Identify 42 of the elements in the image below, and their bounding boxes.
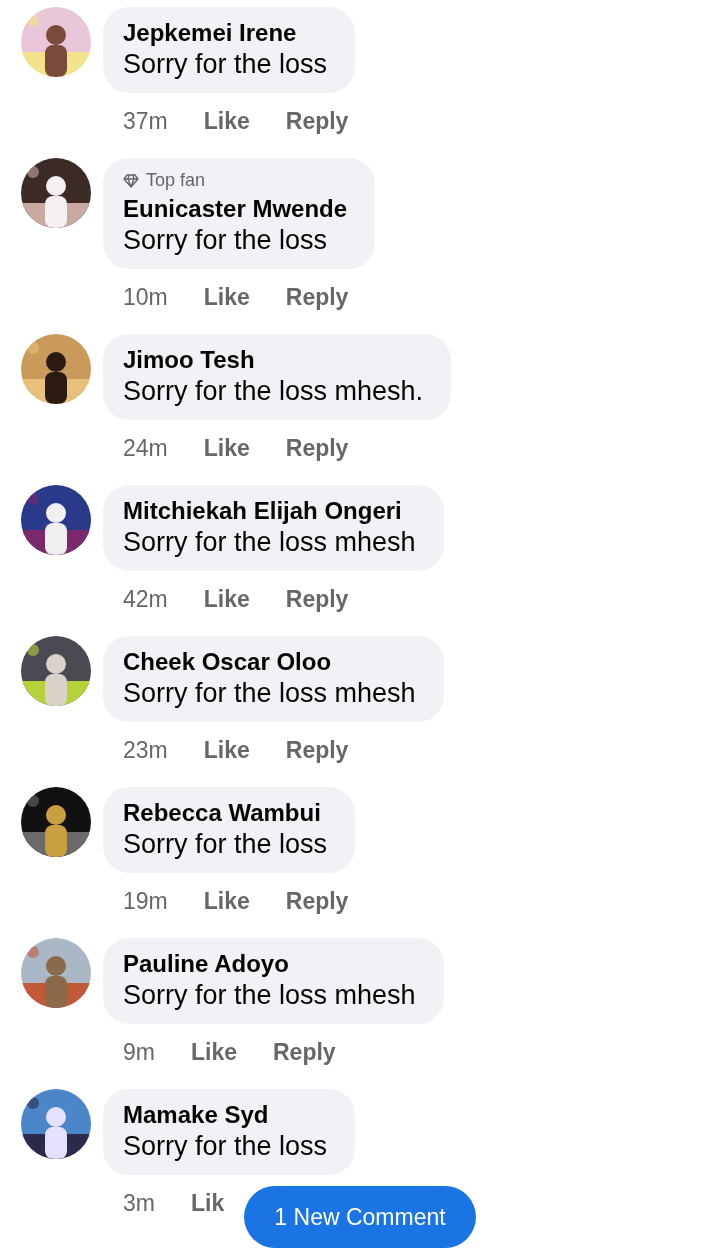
comment-text: Sorry for the loss — [123, 224, 329, 257]
comment-time: 3m — [123, 1189, 155, 1217]
like-link[interactable]: Like — [203, 434, 250, 462]
commenter-name[interactable]: Mamake Syd — [123, 1101, 328, 1129]
comment-time: 23m — [123, 736, 168, 764]
reply-link[interactable]: Reply — [285, 736, 349, 764]
comment-text: Sorry for the loss mhesh — [123, 979, 416, 1012]
reply-link[interactable]: Reply — [285, 283, 349, 311]
reply-link[interactable]: Reply — [285, 585, 349, 613]
like-link[interactable]: Like — [190, 1038, 237, 1066]
top-fan-label: Top fan — [146, 170, 206, 191]
reply-link[interactable]: Reply — [273, 1038, 336, 1066]
commenter-name[interactable]: Cheek Oscar Oloo — [123, 648, 416, 676]
commenter-name[interactable]: Rebecca Wambui — [123, 799, 328, 827]
comment-time: 42m — [123, 585, 168, 613]
like-link[interactable]: Like — [203, 887, 250, 915]
new-comment-button[interactable]: 1 New Comment — [244, 1186, 476, 1248]
commenter-name[interactable]: Jepkemei Irene — [123, 19, 328, 47]
diamond-icon — [123, 173, 139, 188]
like-link[interactable]: Like — [203, 585, 250, 613]
comment-time: 19m — [123, 887, 168, 915]
commenter-name[interactable]: Jimoo Tesh — [123, 346, 424, 374]
comment-time: 10m — [123, 283, 168, 311]
like-link[interactable]: Like — [203, 736, 250, 764]
comment-text: Sorry for the loss mhesh — [123, 526, 416, 559]
comment-text: Sorry for the loss — [123, 48, 328, 81]
comment-text: Sorry for the loss — [123, 828, 328, 861]
comment-time: 9m — [123, 1038, 155, 1066]
reply-link[interactable]: Reply — [285, 107, 349, 135]
reply-link[interactable]: Reply — [285, 434, 349, 462]
comment-time: 24m — [123, 434, 168, 462]
comment-text: Sorry for the loss mhesh. — [123, 375, 424, 408]
commenter-name[interactable]: Eunicaster Mwende — [123, 195, 348, 223]
like-link[interactable]: Like — [203, 107, 250, 135]
like-link[interactable]: Like — [203, 283, 250, 311]
comment-time: 37m — [123, 107, 168, 135]
commenter-name[interactable]: Mitchiekah Elijah Ongeri — [123, 497, 416, 525]
comment-text: Sorry for the loss mhesh — [123, 677, 416, 710]
commenter-name[interactable]: Pauline Adoyo — [123, 950, 416, 978]
like-link[interactable]: Lik — [190, 1189, 225, 1217]
reply-link[interactable]: Reply — [285, 887, 349, 915]
comment-text: Sorry for the loss — [123, 1130, 328, 1163]
